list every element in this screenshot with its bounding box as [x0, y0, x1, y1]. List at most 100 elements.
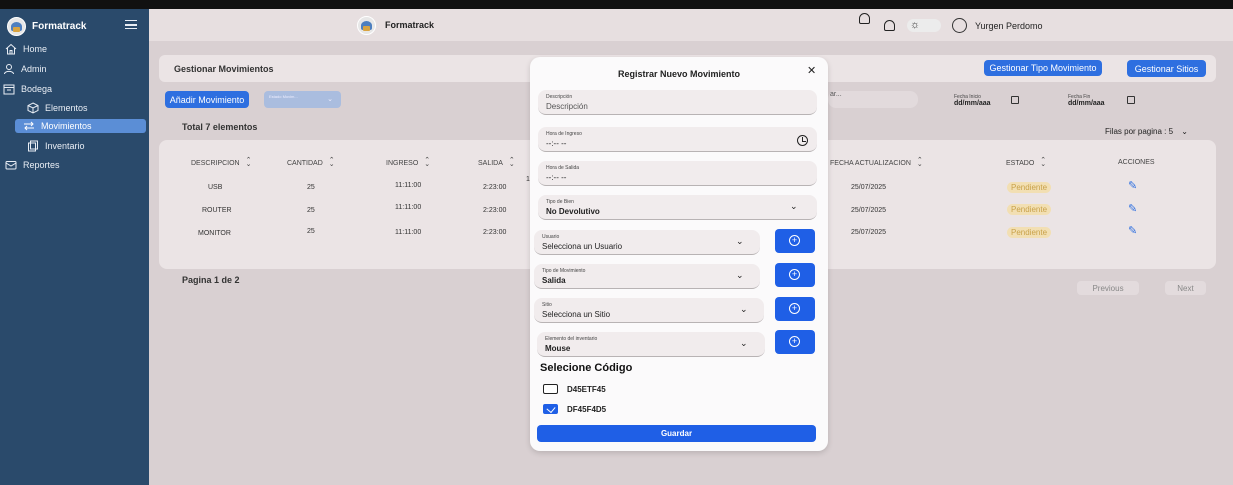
add-site-button[interactable]: +	[775, 297, 815, 321]
rows-per-page[interactable]: Filas por pagina : 5 ⌄	[1105, 127, 1188, 136]
page-title: Gestionar Movimientos	[174, 64, 274, 74]
status-filter-label: Estado Movim...	[269, 94, 298, 99]
clock-icon[interactable]	[797, 135, 808, 146]
manage-sites-button[interactable]: Gestionar Sitios	[1127, 60, 1206, 77]
close-icon[interactable]: ✕	[807, 64, 816, 77]
col-header-fecha-actualizacion[interactable]: FECHA ACTUALIZACION ⌃ ⌄	[830, 157, 923, 168]
inventory-element-select[interactable]: Elemento del inventario Mouse ⌄	[537, 332, 765, 357]
table-cell: 11:11:00	[395, 229, 422, 236]
header-logo-icon	[357, 16, 376, 35]
manage-movement-types-button[interactable]: Gestionar Tipo Movimiento	[984, 60, 1102, 76]
sidebar-item-reportes[interactable]: Reportes	[5, 158, 60, 172]
field-label: Usuario	[542, 234, 560, 240]
sidebar-item-movimientos[interactable]: Movimientos	[15, 119, 146, 133]
sidebar-item-home[interactable]: Home	[5, 42, 47, 56]
status-badge: Pendiente	[1007, 227, 1052, 238]
rows-per-page-label: Filas por pagina : 5	[1105, 127, 1174, 136]
table-cell: 2:23:00	[483, 207, 507, 214]
user-name[interactable]: Yurgen Perdomo	[975, 21, 1043, 31]
plus-circle-icon: +	[789, 336, 800, 347]
field-value: Selecciona un Usuario	[542, 242, 623, 251]
table-cell: 25	[307, 207, 315, 214]
next-button[interactable]: Next	[1165, 281, 1206, 295]
col-header-cantidad[interactable]: CANTIDAD ⌃ ⌄	[287, 157, 335, 168]
entry-time-input[interactable]: Hora de Ingreso --:-- --	[538, 127, 817, 152]
col-header-acciones: ACCIONES	[1118, 159, 1155, 166]
modal-title: Registrar Nuevo Movimiento	[617, 69, 741, 79]
col-header-descripcion[interactable]: DESCRIPCION ⌃ ⌄	[191, 157, 252, 168]
code-checkbox[interactable]	[543, 384, 558, 394]
table-cell: ROUTER	[202, 207, 232, 214]
save-button[interactable]: Guardar	[537, 425, 816, 442]
status-badge: Pendiente	[1007, 204, 1052, 215]
search-input[interactable]: ar...	[828, 91, 918, 108]
table-cell: USB	[208, 184, 223, 191]
sidebar: Formatrack Home Admin Bodega Elementos M…	[0, 9, 149, 485]
code-checkbox[interactable]	[543, 404, 558, 414]
sort-icon: ⌃ ⌄	[245, 157, 252, 168]
site-select[interactable]: Sitio Selecciona un Sitio ⌄	[534, 298, 764, 323]
sort-icon: ⌃ ⌄	[916, 157, 923, 168]
add-movement-type-button[interactable]: +	[775, 263, 815, 287]
edit-pencil-icon[interactable]: ✎	[1128, 224, 1137, 237]
col-header-estado[interactable]: ESTADO ⌃ ⌄	[1006, 157, 1046, 168]
col-header-salida[interactable]: SALIDA ⌃ ⌄	[478, 157, 515, 168]
home-icon	[5, 43, 17, 55]
sort-icon: ⌃ ⌄	[328, 157, 335, 168]
sidebar-item-elementos[interactable]: Elementos	[27, 101, 88, 115]
total-count: Total 7 elementos	[182, 122, 258, 132]
start-date-field[interactable]: Fecha Inicio dd/mm/aaa	[954, 94, 991, 107]
sidebar-item-label: Movimientos	[41, 121, 92, 131]
sidebar-item-bodega[interactable]: Bodega	[3, 82, 52, 96]
add-inventory-element-button[interactable]: +	[775, 330, 815, 354]
user-select[interactable]: Usuario Selecciona un Usuario ⌄	[534, 230, 760, 255]
chevron-down-icon: ⌄	[740, 304, 748, 314]
sidebar-item-label: Inventario	[45, 141, 85, 151]
sort-icon: ⌃ ⌄	[508, 157, 515, 168]
sidebar-item-admin[interactable]: Admin	[3, 62, 47, 76]
table-cell: 2:23:00	[483, 229, 507, 236]
warehouse-icon	[3, 83, 15, 95]
plus-circle-icon: +	[789, 269, 800, 280]
field-placeholder: Descripción	[546, 102, 588, 111]
add-user-button[interactable]: +	[775, 229, 815, 253]
notification-bell-icon[interactable]	[859, 13, 870, 24]
table-cell: 2:23:00	[483, 184, 507, 191]
status-filter-select[interactable]: Estado Movim... ⌄	[264, 91, 341, 108]
exit-time-input[interactable]: Hora de Salida --:-- --	[538, 161, 817, 186]
field-label: Hora de Salida	[546, 165, 580, 171]
plus-circle-icon: +	[789, 303, 800, 314]
field-label: Descripción	[546, 94, 573, 100]
alert-bell-icon[interactable]	[884, 20, 895, 31]
previous-button[interactable]: Previous	[1077, 281, 1139, 295]
description-input[interactable]: Descripción Descripción	[538, 90, 817, 115]
asset-type-select[interactable]: Tipo de Bien No Devolutivo ⌄	[538, 195, 817, 220]
start-date-value: dd/mm/aaa	[954, 100, 991, 107]
brand[interactable]: Formatrack	[7, 16, 86, 36]
add-movement-button[interactable]: Añadir Movimiento	[165, 91, 249, 108]
chevron-down-icon: ⌄	[790, 201, 798, 211]
field-label: Tipo de Bien	[546, 199, 574, 205]
sidebar-item-label: Bodega	[21, 84, 53, 94]
calendar-icon[interactable]	[1127, 96, 1135, 104]
menu-icon[interactable]	[125, 20, 137, 29]
col-header-ingreso[interactable]: INGRESO ⌃ ⌄	[386, 157, 431, 168]
end-date-field[interactable]: Fecha Fin dd/mm/aaa	[1068, 94, 1105, 107]
field-label: Tipo de Movimiento	[542, 268, 586, 274]
sort-icon: ⌃ ⌄	[424, 157, 431, 168]
edit-pencil-icon[interactable]: ✎	[1128, 179, 1137, 192]
table-cell: 11:11:00	[395, 204, 422, 211]
brand-name: Formatrack	[32, 20, 87, 32]
calendar-icon[interactable]	[1011, 96, 1019, 104]
swap-icon	[23, 120, 35, 132]
movement-type-select[interactable]: Tipo de Movimiento Salida ⌄	[534, 264, 760, 289]
top-header: Formatrack ☼ Yurgen Perdomo	[149, 9, 1233, 41]
user-avatar-icon[interactable]	[952, 18, 967, 33]
field-value: Salida	[542, 276, 566, 285]
plus-circle-icon: +	[789, 235, 800, 246]
report-icon	[5, 159, 17, 171]
sidebar-item-inventario[interactable]: Inventario	[27, 139, 85, 153]
edit-pencil-icon[interactable]: ✎	[1128, 202, 1137, 215]
sidebar-item-label: Elementos	[45, 103, 88, 113]
table-cell: 11:11:00	[395, 182, 422, 189]
